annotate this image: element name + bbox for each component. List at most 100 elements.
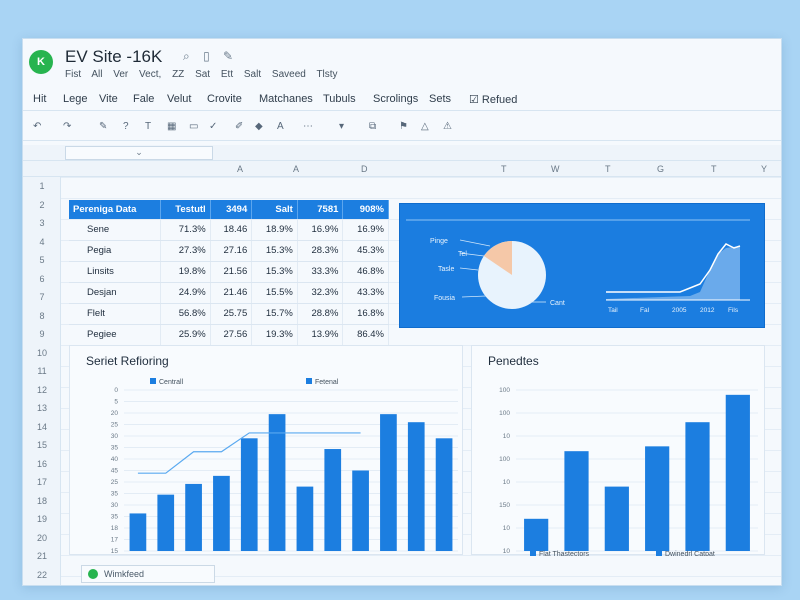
row-header[interactable]: 11	[23, 366, 61, 376]
table-cell[interactable]: Flelt	[69, 303, 161, 325]
column-header[interactable]: D	[361, 164, 368, 174]
ribbon-tab[interactable]: Velut	[167, 93, 191, 105]
table-cell[interactable]: 27.56	[210, 324, 253, 346]
table-cell[interactable]: 46.8%	[342, 261, 389, 283]
fill-icon[interactable]: ◆	[255, 121, 263, 132]
row-header[interactable]: 6	[23, 274, 61, 284]
table-cell[interactable]: 21.56	[210, 261, 253, 283]
ribbon-tab[interactable]: Tubuls	[323, 93, 356, 105]
ribbon-tab[interactable]: Vite	[99, 93, 118, 105]
bar[interactable]	[213, 475, 230, 551]
bar[interactable]	[157, 494, 175, 551]
redo-icon[interactable]: ↷	[63, 121, 71, 132]
table-cell[interactable]: 16.8%	[342, 303, 389, 325]
search-icon[interactable]: ⌕	[183, 49, 190, 63]
bar[interactable]	[296, 486, 314, 551]
ribbon-tab[interactable]: Lege	[63, 93, 87, 105]
menu-item[interactable]: Sat	[195, 69, 210, 80]
table-cell[interactable]: 21.46	[210, 282, 253, 304]
table-header[interactable]: Testutl	[160, 200, 211, 219]
menu-item[interactable]: Fist	[65, 69, 81, 80]
sheet-tab[interactable]: Wimkfeed	[81, 565, 215, 583]
table-cell[interactable]: 15.7%	[251, 303, 298, 325]
question-icon[interactable]: ?	[123, 121, 129, 132]
row-header[interactable]: 4	[23, 237, 61, 247]
column-header[interactable]: T	[605, 164, 611, 174]
table-cell[interactable]: 13.9%	[297, 324, 344, 346]
table-cell[interactable]: 43.3%	[342, 282, 389, 304]
ribbon-tab[interactable]: Matchanes	[259, 93, 313, 105]
ribbon-tab[interactable]: Crovite	[207, 93, 242, 105]
table-cell[interactable]: Desjan	[69, 282, 161, 304]
row-header[interactable]: 16	[23, 459, 61, 469]
table-header[interactable]: 7581	[297, 200, 344, 219]
column-header[interactable]: W	[551, 164, 560, 174]
bar[interactable]	[324, 449, 342, 551]
menu-item[interactable]: Vect,	[139, 69, 161, 80]
dropdown-icon[interactable]: ▾	[339, 121, 344, 132]
check-icon[interactable]: ✓	[209, 121, 217, 132]
bar[interactable]	[524, 518, 549, 551]
bar[interactable]	[352, 470, 369, 552]
flag-icon[interactable]: ⚑	[399, 121, 408, 132]
pen-icon[interactable]: ✎	[99, 121, 107, 132]
table-header[interactable]: Salt	[251, 200, 298, 219]
text-format-icon[interactable]: T	[145, 121, 151, 132]
table-header[interactable]: 3494	[210, 200, 253, 219]
copy-icon[interactable]: ⧉	[369, 121, 376, 132]
row-header[interactable]: 19	[23, 514, 61, 524]
row-header[interactable]: 21	[23, 551, 61, 561]
table-cell[interactable]: 15.5%	[251, 282, 298, 304]
triangle-icon[interactable]: △	[421, 121, 429, 132]
table-cell[interactable]: 18.46	[210, 219, 253, 241]
ribbon-tab[interactable]: Hit	[33, 93, 46, 105]
table-cell[interactable]: 28.3%	[297, 240, 344, 262]
bar[interactable]	[725, 394, 750, 551]
table-cell[interactable]: 19.8%	[160, 261, 211, 283]
table-cell[interactable]: 24.9%	[160, 282, 211, 304]
bar[interactable]	[268, 414, 286, 551]
bar[interactable]	[604, 486, 629, 551]
file-icon[interactable]: ▯	[203, 49, 210, 63]
bar[interactable]	[685, 422, 710, 551]
row-header[interactable]: 7	[23, 292, 61, 302]
column-header[interactable]: A	[293, 164, 299, 174]
row-header[interactable]: 12	[23, 385, 61, 395]
border-icon[interactable]: ▦	[167, 121, 176, 132]
table-cell[interactable]: 32.3%	[297, 282, 344, 304]
ribbon-tab-refresh[interactable]: ☑ Refued	[469, 93, 517, 106]
table-cell[interactable]: 56.8%	[160, 303, 211, 325]
table-cell[interactable]: 25.9%	[160, 324, 211, 346]
table-cell[interactable]: 28.8%	[297, 303, 344, 325]
column-header[interactable]: Y	[761, 164, 767, 174]
font-icon[interactable]: A	[277, 121, 284, 132]
bar[interactable]	[129, 513, 147, 551]
row-header[interactable]: 14	[23, 422, 61, 432]
table-cell[interactable]: 33.3%	[297, 261, 344, 283]
menu-item[interactable]: ZZ	[172, 69, 184, 80]
column-header[interactable]: G	[657, 164, 664, 174]
warning-icon[interactable]: ⚠	[443, 121, 452, 132]
undo-icon[interactable]: ↶	[33, 121, 41, 132]
table-cell[interactable]: Linsits	[69, 261, 161, 283]
table-header[interactable]: Pereniga Data	[69, 200, 161, 219]
edit-icon[interactable]: ✎	[223, 49, 233, 63]
table-cell[interactable]: 27.3%	[160, 240, 211, 262]
menu-item[interactable]: All	[91, 69, 102, 80]
bar[interactable]	[645, 446, 670, 551]
bar[interactable]	[564, 451, 589, 551]
table-cell[interactable]: 27.16	[210, 240, 253, 262]
table-cell[interactable]: 45.3%	[342, 240, 389, 262]
row-header[interactable]: 8	[23, 311, 61, 321]
brush-icon[interactable]: ✐	[235, 121, 243, 132]
table-cell[interactable]: 25.75	[210, 303, 253, 325]
menu-item[interactable]: Salt	[244, 69, 261, 80]
menu-item[interactable]: Tlsty	[316, 69, 337, 80]
table-cell[interactable]: Pegia	[69, 240, 161, 262]
row-header[interactable]: 18	[23, 496, 61, 506]
row-header[interactable]: 1	[23, 181, 61, 191]
table-cell[interactable]: Sene	[69, 219, 161, 241]
name-box[interactable]: ⌄	[65, 146, 213, 160]
bar[interactable]	[380, 414, 397, 551]
bar[interactable]	[435, 438, 453, 551]
